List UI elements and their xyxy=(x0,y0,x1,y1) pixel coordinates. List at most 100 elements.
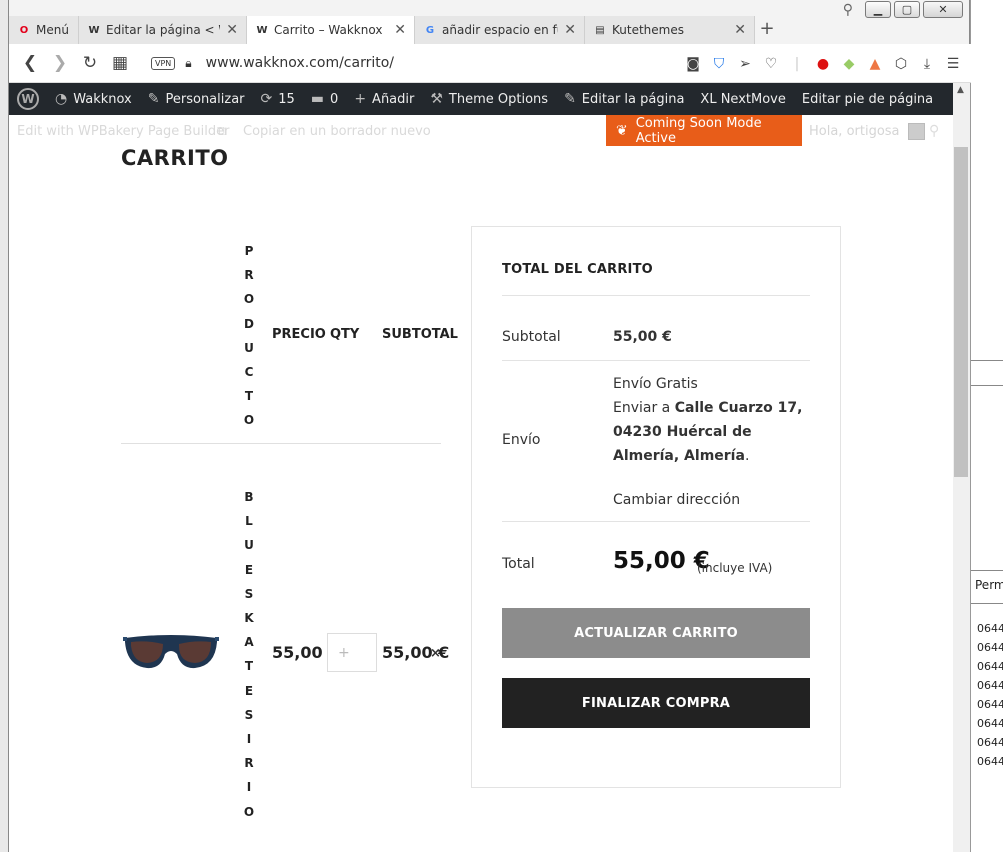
divider xyxy=(502,295,810,296)
theme-options-link[interactable]: ⚒ Theme Options xyxy=(422,83,556,115)
cart-totals-panel: TOTAL DEL CARRITO Subtotal 55,00 € Envío… xyxy=(471,226,841,788)
tab-label: Kutethemes xyxy=(612,23,684,37)
hammer-icon: ⚒ xyxy=(430,91,443,107)
google-icon: G xyxy=(425,24,435,36)
reload-icon[interactable]: ↻ xyxy=(75,53,105,73)
tab-carrito[interactable]: W Carrito – Wakknox ✕ xyxy=(247,16,415,44)
qty-column-header: QTY xyxy=(330,327,360,342)
wakknox-favicon-icon: W xyxy=(88,24,100,36)
coming-soon-badge[interactable]: ❦ Coming Soon Mode Active xyxy=(606,115,802,146)
page-builder-bar: Edit with WPBakery Page Builder ⧉ Copiar… xyxy=(9,115,953,147)
vpn-badge[interactable]: VPN xyxy=(151,56,176,70)
permissions-column-header: Perm xyxy=(975,578,1003,592)
updates-count: 15 xyxy=(278,91,295,107)
customize-link[interactable]: ✎ Personalizar xyxy=(140,83,253,115)
xl-nextmove-link[interactable]: XL NextMove xyxy=(692,83,793,115)
scroll-up-icon[interactable]: ▲ xyxy=(957,85,964,95)
permission-value: 0644 xyxy=(977,698,1003,711)
extension-icon[interactable]: ▲ xyxy=(867,56,883,72)
cart-header-divider xyxy=(121,443,441,444)
shipping-label: Envío xyxy=(502,432,541,448)
total-value: 55,00 € xyxy=(613,548,710,574)
sunglasses-product-image[interactable] xyxy=(123,632,219,674)
mega-extension-icon[interactable]: ● xyxy=(815,56,831,72)
site-name-link[interactable]: ◔ Wakknox xyxy=(47,83,140,115)
shipping-details: Envío Gratis Enviar a Calle Cuarzo 17, 0… xyxy=(613,372,803,512)
wp-logo-button[interactable]: W xyxy=(9,83,47,115)
updates-icon: ⟳ xyxy=(260,91,273,107)
add-new-link[interactable]: + Añadir xyxy=(346,83,422,115)
edit-wpbakery-link[interactable]: Edit with WPBakery Page Builder xyxy=(17,124,229,139)
easy-setup-icon[interactable]: ☰ xyxy=(945,56,961,72)
total-label: Total xyxy=(502,556,535,572)
checkout-button[interactable]: FINALIZAR COMPRA xyxy=(502,678,810,728)
close-tab-icon[interactable]: ✕ xyxy=(734,22,746,38)
url-field[interactable]: www.wakknox.com/carrito/ xyxy=(206,55,394,71)
close-tab-icon[interactable]: ✕ xyxy=(394,22,406,38)
page-scrollbar[interactable]: ▲ xyxy=(953,83,970,852)
edit-footer-link[interactable]: Editar pie de página xyxy=(794,83,941,115)
product-name-link[interactable]: BLUESKATESIRIO xyxy=(242,485,256,824)
wp-admin-bar: W ◔ Wakknox ✎ Personalizar ⟳ 15 ▬ 0 + Añ… xyxy=(9,83,953,115)
opera-menu-button[interactable]: O Menú xyxy=(9,16,79,44)
user-account-menu[interactable]: Hola, ortigosa xyxy=(809,123,925,140)
close-tab-icon[interactable]: ✕ xyxy=(226,22,238,38)
speed-dial-icon[interactable]: ▦ xyxy=(105,53,135,73)
edit-page-link[interactable]: ✎ Editar la página xyxy=(556,83,692,115)
box-icon[interactable]: ⬡ xyxy=(893,56,909,72)
camera-icon[interactable]: ◙ xyxy=(685,56,701,72)
xl-nextmove-label: XL NextMove xyxy=(700,91,786,107)
permission-value: 0644 xyxy=(977,660,1003,673)
tab-google-search[interactable]: G añadir espacio en función ✕ xyxy=(415,16,585,44)
page-title: CARRITO xyxy=(121,146,229,170)
copy-draft-icon[interactable]: ⧉ xyxy=(217,124,226,139)
tab-label: Carrito – Wakknox xyxy=(274,23,383,37)
free-shipping-option[interactable]: Envío Gratis xyxy=(613,372,803,396)
permission-value: 0644 xyxy=(977,736,1003,749)
comments-link[interactable]: ▬ 0 xyxy=(303,83,347,115)
avatar xyxy=(907,123,925,140)
permission-value: 0644 xyxy=(977,622,1003,635)
comment-icon: ▬ xyxy=(310,91,325,107)
tab-kutethemes[interactable]: ▤ Kutethemes ✕ xyxy=(585,16,755,44)
copy-draft-link[interactable]: Copiar en un borrador nuevo xyxy=(243,124,431,139)
update-cart-button[interactable]: ACTUALIZAR CARRITO xyxy=(502,608,810,658)
quantity-stepper[interactable]: + xyxy=(327,633,377,672)
subtotal-label: Subtotal xyxy=(502,329,561,345)
plus-icon[interactable]: + xyxy=(338,645,350,661)
subtotal-value: 55,00 € xyxy=(613,329,672,345)
shield-icon[interactable]: ⛉ xyxy=(711,56,727,72)
download-icon[interactable]: ⤓ xyxy=(919,56,935,72)
scrollbar-thumb[interactable] xyxy=(954,147,968,477)
lock-icon[interactable]: 🔒︎ xyxy=(185,56,191,71)
new-tab-button[interactable]: + xyxy=(755,16,779,44)
permission-value: 0644 xyxy=(977,641,1003,654)
site-name-label: Wakknox xyxy=(73,91,132,107)
product-column-header: PRODUCTO xyxy=(243,244,255,428)
add-new-label: Añadir xyxy=(372,91,415,107)
tab-label: añadir espacio en función xyxy=(442,23,558,37)
forward-icon[interactable]: ❯ xyxy=(45,53,75,73)
pencil-icon: ✎ xyxy=(564,91,576,107)
background-file-list: Perm 0644 0644 0644 0644 0644 0644 0644 … xyxy=(970,0,1003,852)
updates-link[interactable]: ⟳ 15 xyxy=(253,83,303,115)
back-icon[interactable]: ❮ xyxy=(15,53,45,73)
price-column-header: PRECIO xyxy=(272,327,326,342)
address-bar-icons: ◙ ⛉ ➢ ♡ | ● ◆ ▲ ⬡ ⤓ ☰ xyxy=(685,44,961,83)
permission-value: 0644 xyxy=(977,755,1003,768)
remove-item-icon[interactable]: × xyxy=(430,646,441,661)
document-icon: ▤ xyxy=(595,24,605,36)
comments-count: 0 xyxy=(330,91,339,107)
heart-icon[interactable]: ♡ xyxy=(763,56,779,72)
search-icon[interactable]: ⚲ xyxy=(929,123,939,139)
tab-label: Editar la página < Wakknox xyxy=(106,23,220,37)
close-tab-icon[interactable]: ✕ xyxy=(564,22,576,38)
tab-edit-page[interactable]: W Editar la página < Wakknox ✕ xyxy=(79,16,247,44)
extension-icon[interactable]: ◆ xyxy=(841,56,857,72)
divider xyxy=(502,360,810,361)
send-icon[interactable]: ➢ xyxy=(737,56,753,72)
subtotal-column-header: SUBTOTAL xyxy=(382,327,458,342)
menu-label: Menú xyxy=(36,23,69,37)
change-address-link[interactable]: Cambiar dirección xyxy=(613,488,803,512)
edit-page-label: Editar la página xyxy=(581,91,685,107)
